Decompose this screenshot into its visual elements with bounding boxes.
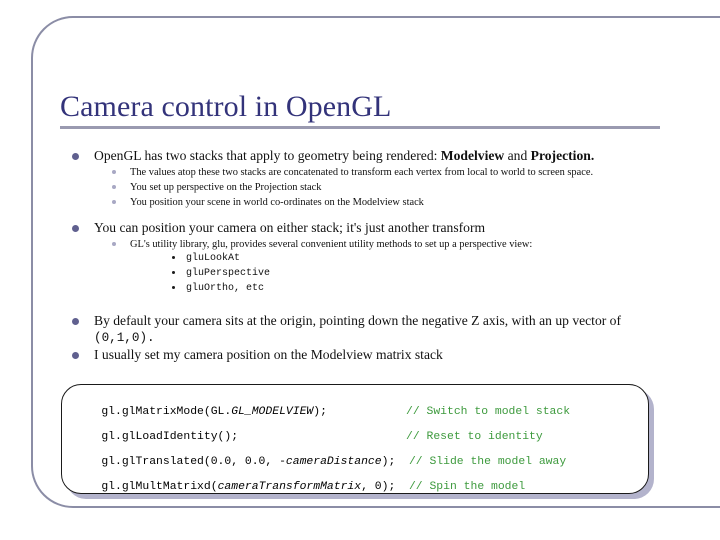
bullet-level1-modelview-stack: I usually set my camera position on the …: [62, 347, 662, 363]
bullet-marker-level1-icon: [72, 225, 79, 233]
bullet-text: gluLookAt: [186, 253, 241, 265]
bullet-text: The values atop these two stacks are con…: [130, 167, 594, 179]
bullet-level1-position-camera: You can position your camera on either s…: [62, 220, 662, 236]
slide-title-block: Camera control in OpenGL: [60, 92, 660, 129]
code-identifier: cameraTransformMatrix: [217, 481, 362, 494]
bullet-text: gluPerspective: [186, 268, 271, 280]
bullet-marker-level2-icon: [112, 200, 116, 205]
code-block: gl.glMatrixMode(GL.GL_MODELVIEW); // Swit…: [61, 384, 649, 494]
bullet-text: You position your scene in world co-ordi…: [130, 197, 424, 209]
bullet-marker-level3-icon: [172, 286, 175, 290]
code-comment: // Slide the model away: [395, 456, 567, 469]
bullet-level2-glu-library: GL's utility library, glu, provides seve…: [96, 238, 662, 251]
code-identifier: cameraDistance: [285, 456, 382, 469]
bullet-marker-level1-icon: [72, 351, 79, 359]
bullet-marker-level2-icon: [112, 242, 116, 247]
bullet-marker-level2-icon: [112, 185, 116, 190]
bullet-level2-world-coordinates: You position your scene in world co-ordi…: [96, 196, 662, 209]
code-line: gl.glLoadIdentity(); // Reset to identity: [74, 421, 648, 443]
bullet-marker-level3-icon: [172, 256, 175, 260]
code-line: gl.glTranslated(0.0, 0.0, -cameraDistanc…: [74, 446, 648, 468]
code-text: gl.glTranslated(0.0, 0.0, -: [101, 456, 286, 469]
bullet-level1-stacks: OpenGL has two stacks that apply to geom…: [62, 148, 662, 164]
code-comment: // Reset to identity: [406, 431, 543, 444]
bullet-text: I usually set my camera position on the …: [94, 346, 443, 362]
bullet-level1-default-camera: By default your camera sits at the origi…: [62, 313, 662, 346]
code-comment: // Spin the model: [395, 481, 526, 494]
page-title: Camera control in OpenGL: [60, 90, 392, 123]
code-text-tail: , 0);: [361, 481, 396, 494]
code-identifier: GL_MODELVIEW: [231, 406, 314, 419]
bullet-text-up-vector: (0,1,0).: [94, 329, 155, 345]
code-comment: // Switch to model stack: [406, 406, 571, 419]
bullet-text-before: By default your camera sits at the origi…: [94, 312, 622, 328]
title-divider-rule: [60, 126, 660, 129]
bullet-marker-level2-icon: [112, 170, 116, 175]
bullet-text: You set up perspective on the Projection…: [130, 182, 322, 194]
code-text: gl.glLoadIdentity();: [101, 431, 239, 444]
bullet-level3-gluortho: gluOrtho, etc: [166, 281, 662, 296]
code-text-tail: );: [381, 456, 396, 469]
code-line: gl.glMatrixMode(GL.GL_MODELVIEW); // Swit…: [74, 396, 648, 418]
bullet-level3-glulookat: gluLookAt: [166, 251, 662, 266]
bullet-text: GL's utility library, glu, provides seve…: [130, 239, 533, 251]
slide-body: OpenGL has two stacks that apply to geom…: [62, 148, 662, 364]
bullet-level2-perspective-projection: You set up perspective on the Projection…: [96, 181, 662, 194]
bullet-text-bold-modelview: Modelview: [440, 148, 505, 163]
bullet-level2-values-concatenated: The values atop these two stacks are con…: [96, 166, 662, 179]
code-text: gl.glMultMatrixd(: [101, 481, 218, 494]
bullet-text: gluOrtho, etc: [186, 283, 265, 295]
code-text-tail: );: [313, 406, 327, 419]
bullet-marker-level1-icon: [72, 317, 79, 325]
bullet-text: You can position your camera on either s…: [94, 220, 486, 236]
bullet-text-mid: and: [504, 148, 531, 163]
code-text: gl.glMatrixMode(GL.: [101, 406, 232, 419]
code-line: gl.glMultMatrixd(cameraTransformMatrix, …: [74, 471, 648, 493]
bullet-marker-level3-icon: [172, 271, 175, 275]
bullet-text-bold-projection: Projection.: [530, 148, 595, 163]
bullet-marker-level1-icon: [72, 153, 79, 160]
bullet-level3-gluperspective: gluPerspective: [166, 266, 662, 281]
bullet-text-before: OpenGL has two stacks that apply to geom…: [94, 148, 441, 163]
